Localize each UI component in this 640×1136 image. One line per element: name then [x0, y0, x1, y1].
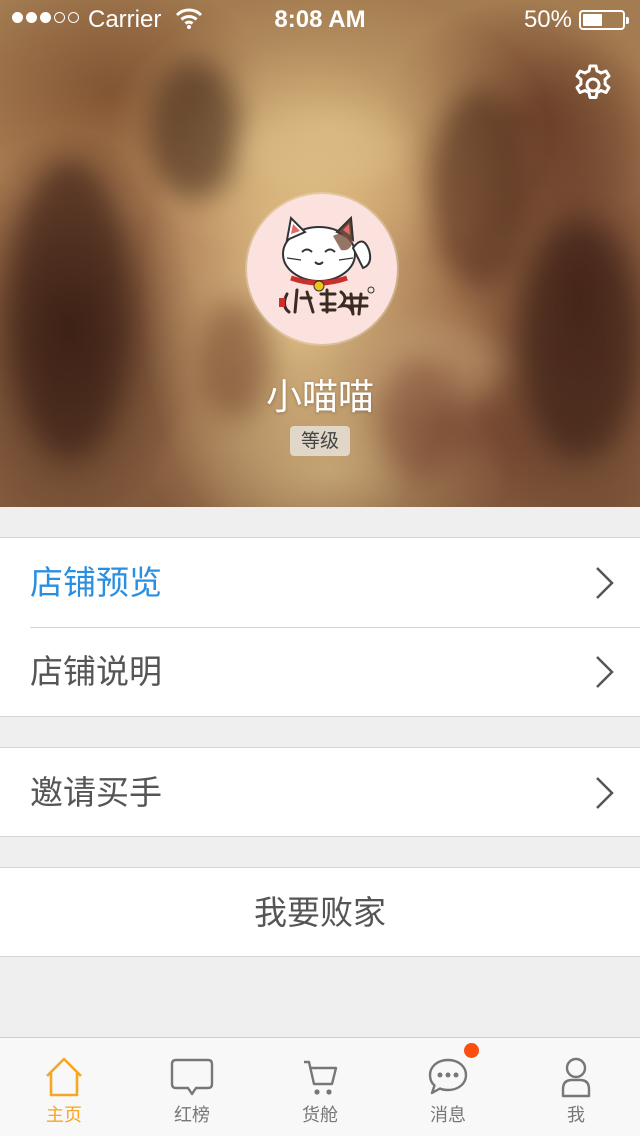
- avatar[interactable]: [247, 194, 397, 344]
- spend-button-label: 我要败家: [254, 893, 386, 932]
- tab-label: 我: [567, 1105, 585, 1126]
- menu-group-invite: 邀请买手: [0, 747, 640, 837]
- menu-item-shop-preview[interactable]: 店铺预览: [0, 538, 640, 627]
- shop-name: 小喵喵: [265, 377, 374, 418]
- tab-label: 消息: [430, 1105, 466, 1126]
- battery-icon: [579, 10, 629, 30]
- menu-item-label: 邀请买手: [30, 773, 162, 812]
- chevron-right-icon: [596, 656, 614, 688]
- chat-bubble-icon: [170, 1058, 214, 1096]
- menu-item-label: 店铺预览: [30, 563, 162, 602]
- tab-cargo[interactable]: 货舱: [256, 1038, 384, 1136]
- cart-icon: [304, 1060, 338, 1095]
- user-icon: [561, 1057, 591, 1098]
- message-icon: [428, 1058, 468, 1095]
- home-icon: [46, 1057, 82, 1097]
- tab-messages[interactable]: 消息: [384, 1038, 512, 1136]
- tab-bar: 主页 红榜 货舱 消息 我: [0, 1037, 640, 1136]
- spend-button[interactable]: 我要败家: [0, 868, 640, 957]
- level-badge[interactable]: 等级: [290, 426, 350, 456]
- tab-label: 红榜: [174, 1105, 210, 1126]
- menu-item-invite-buyer[interactable]: 邀请买手: [0, 748, 640, 837]
- menu-item-shop-description[interactable]: 店铺说明: [0, 627, 640, 716]
- chevron-right-icon: [596, 567, 614, 599]
- tab-ranking[interactable]: 红榜: [128, 1038, 256, 1136]
- menu-group-shop: 店铺预览 店铺说明: [0, 537, 640, 717]
- status-bar: Carrier 8:08 AM 50%: [0, 0, 640, 40]
- message-badge: [464, 1043, 479, 1058]
- tab-home[interactable]: 主页: [0, 1038, 128, 1136]
- battery-percent: 50%: [523, 6, 572, 33]
- tab-label: 货舱: [302, 1105, 338, 1126]
- chevron-right-icon: [596, 777, 614, 809]
- gear-icon[interactable]: [570, 62, 616, 108]
- spend-button-group: 我要败家: [0, 867, 640, 957]
- tab-label: 主页: [46, 1105, 82, 1126]
- lucky-cat-logo: [279, 215, 375, 316]
- menu-item-label: 店铺说明: [30, 652, 162, 691]
- tab-me[interactable]: 我: [512, 1038, 640, 1136]
